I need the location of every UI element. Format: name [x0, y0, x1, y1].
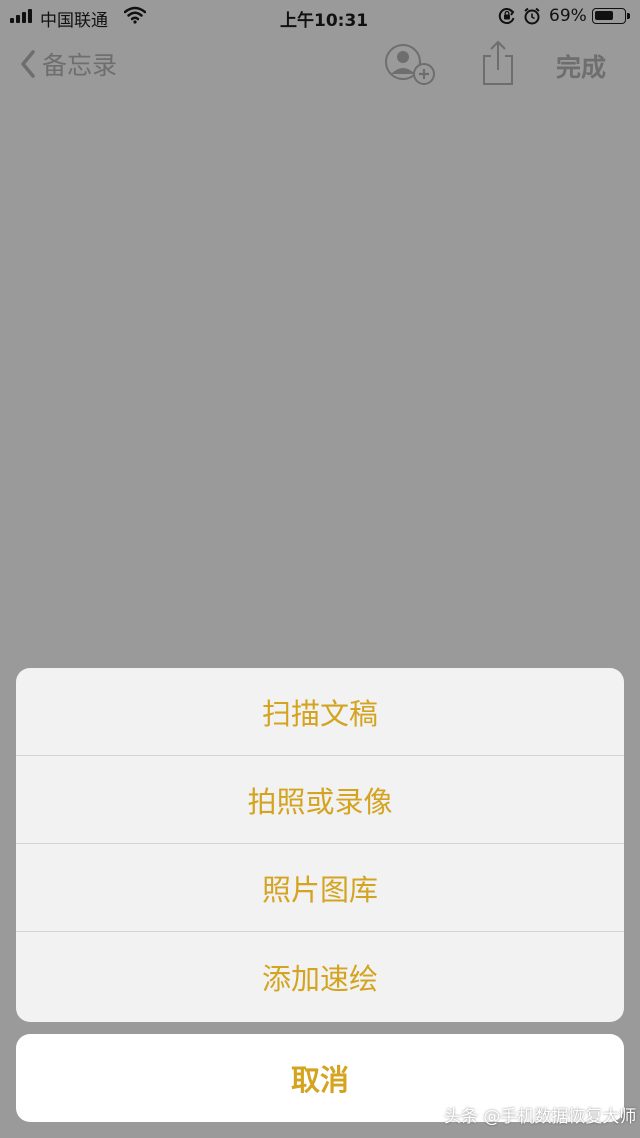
share-icon[interactable]: [481, 40, 515, 90]
scan-documents-option[interactable]: 扫描文稿: [16, 668, 624, 756]
back-button[interactable]: 备忘录: [20, 46, 117, 82]
action-sheet: 扫描文稿 拍照或录像 照片图库 添加速绘: [16, 668, 624, 1022]
watermark: 头条 @手机数据恢复大师: [444, 1107, 637, 1127]
clock: 上午10:31: [280, 11, 369, 31]
battery-percent: 69%: [549, 6, 587, 26]
signal-icon: [10, 9, 32, 23]
battery-fill: [595, 11, 613, 20]
carrier-name: 中国联通: [40, 11, 108, 31]
wifi-icon: [123, 6, 147, 29]
photo-library-option[interactable]: 照片图库: [16, 844, 624, 932]
nav-bar: 备忘录 完成: [0, 34, 640, 94]
alarm-icon: [523, 7, 541, 30]
orientation-lock-icon: [498, 7, 516, 30]
add-sketch-option[interactable]: 添加速绘: [16, 932, 624, 1022]
back-label: 备忘录: [42, 51, 118, 80]
status-bar: 中国联通 上午10:31 69%: [0, 0, 640, 34]
add-person-icon[interactable]: [384, 42, 438, 92]
battery-icon: [592, 8, 630, 24]
take-photo-or-video-option[interactable]: 拍照或录像: [16, 756, 624, 844]
chevron-left-icon: [21, 50, 35, 78]
done-button[interactable]: 完成: [556, 48, 606, 84]
